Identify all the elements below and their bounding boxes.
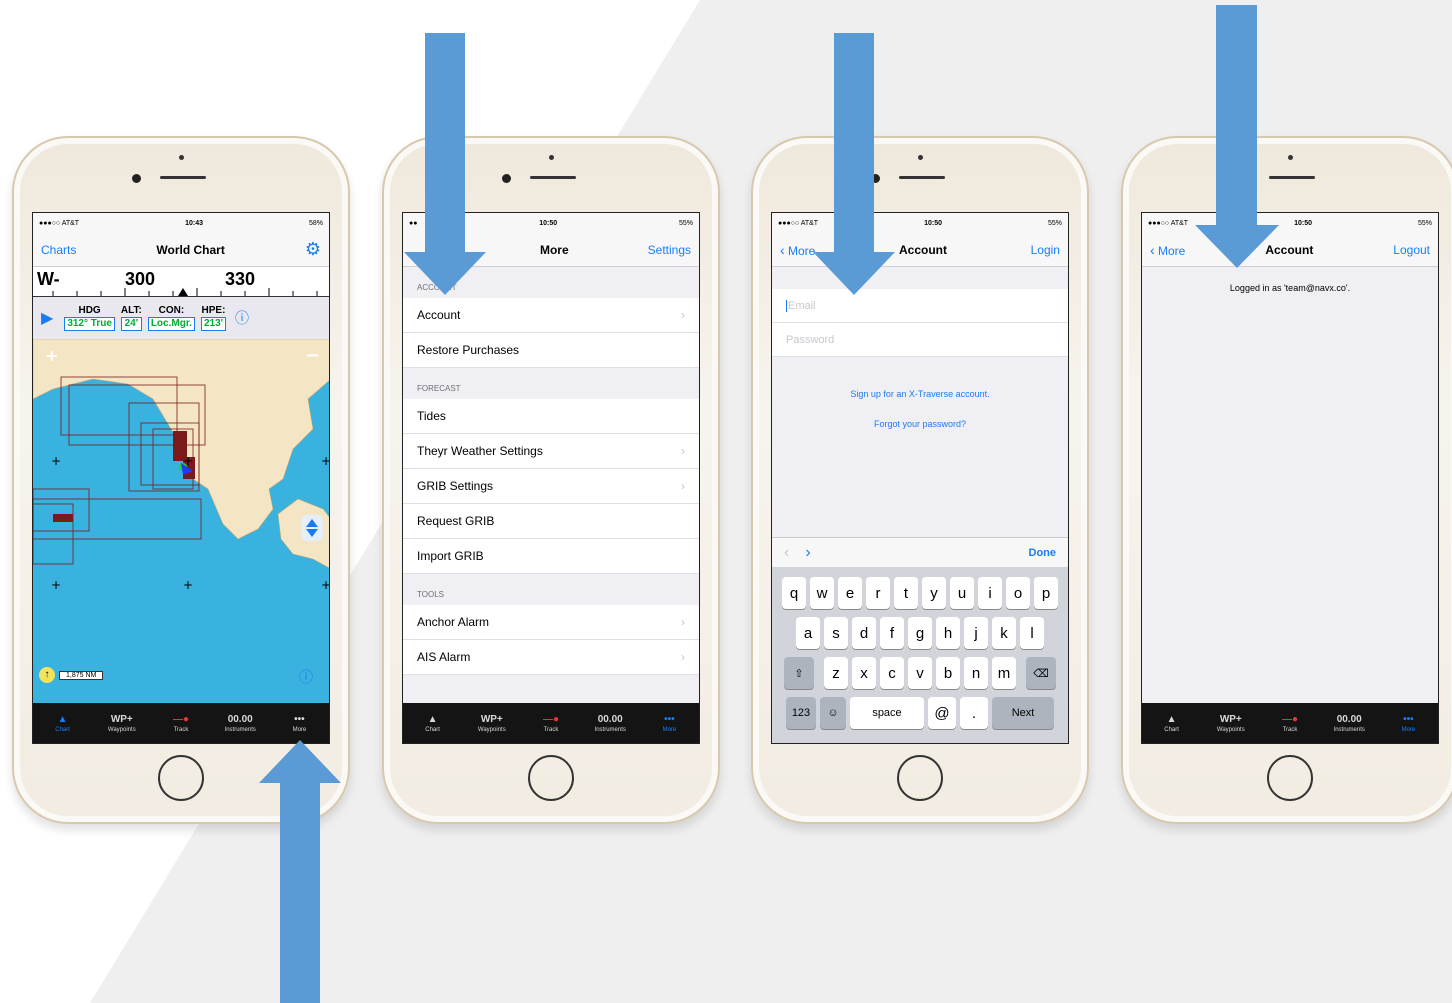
annotation-arrows	[259, 5, 1279, 1003]
down-arrow-icon	[1195, 5, 1279, 268]
up-arrow-icon	[259, 740, 341, 1003]
down-arrow-icon	[404, 33, 486, 295]
down-arrow-icon	[813, 33, 895, 295]
